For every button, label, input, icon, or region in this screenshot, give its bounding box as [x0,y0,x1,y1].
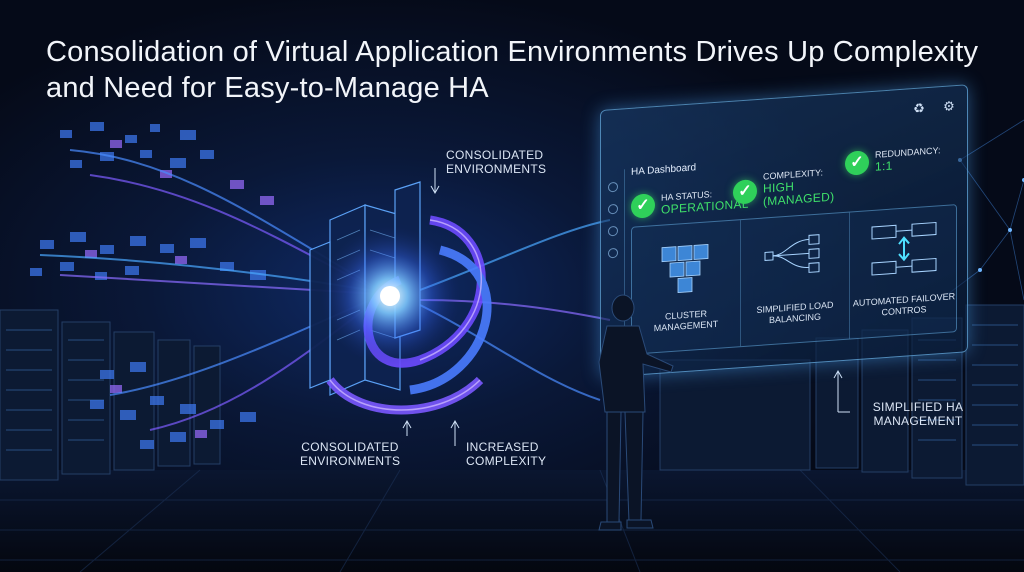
scene: Consolidation of Virtual Application Env… [0,0,1024,572]
feature-tiles: CLUSTER MANAGEMENT SIMPLIFIED LOAD BALAN… [631,204,957,355]
panel-header-icons: ♻ ⚙ [911,98,957,117]
status-ha: ✓ HA STATUS: OPERATIONAL [631,187,749,219]
failover-icon [871,221,937,276]
tile-load-balancing[interactable]: SIMPLIFIED LOAD BALANCING [741,212,850,347]
label-increased-complexity: INCREASED COMPLEXITY [466,440,547,468]
person-silhouette [598,294,674,531]
dashboard-title: HA Dashboard [631,162,697,178]
status-value: 1:1 [875,158,893,174]
sidebar-nav-icon[interactable] [607,203,618,215]
tile-label: AUTOMATED FAILOVER CONTROS [852,291,956,318]
status-value: HIGH (MANAGED) [763,179,835,209]
tile-label: SIMPLIFIED LOAD BALANCING [756,299,834,326]
label-consolidated-top: CONSOLIDATED ENVIRONMENTS [446,148,547,176]
gear-icon[interactable]: ⚙ [941,98,957,115]
tile-failover[interactable]: AUTOMATED FAILOVER CONTROS [850,205,958,339]
branch-icon [764,234,820,273]
bell-icon[interactable]: ♻ [911,100,927,117]
label-simplified-ha: SIMPLIFIED HA MANAGEMENT [872,400,964,428]
check-icon: ✓ [845,150,869,176]
check-icon: ✓ [733,178,757,205]
sidebar-settings-icon[interactable] [607,225,618,237]
sidebar-info-icon[interactable] [607,247,618,259]
label-consolidated-bottom: CONSOLIDATED ENVIRONMENTS [300,440,401,468]
check-icon: ✓ [631,193,655,219]
status-redundancy: ✓ REDUNDANCY: 1:1 [845,145,941,176]
status-complexity: ✓ COMPLEXITY: HIGH (MANAGED) [733,166,843,211]
sidebar-home-icon[interactable] [607,181,618,193]
